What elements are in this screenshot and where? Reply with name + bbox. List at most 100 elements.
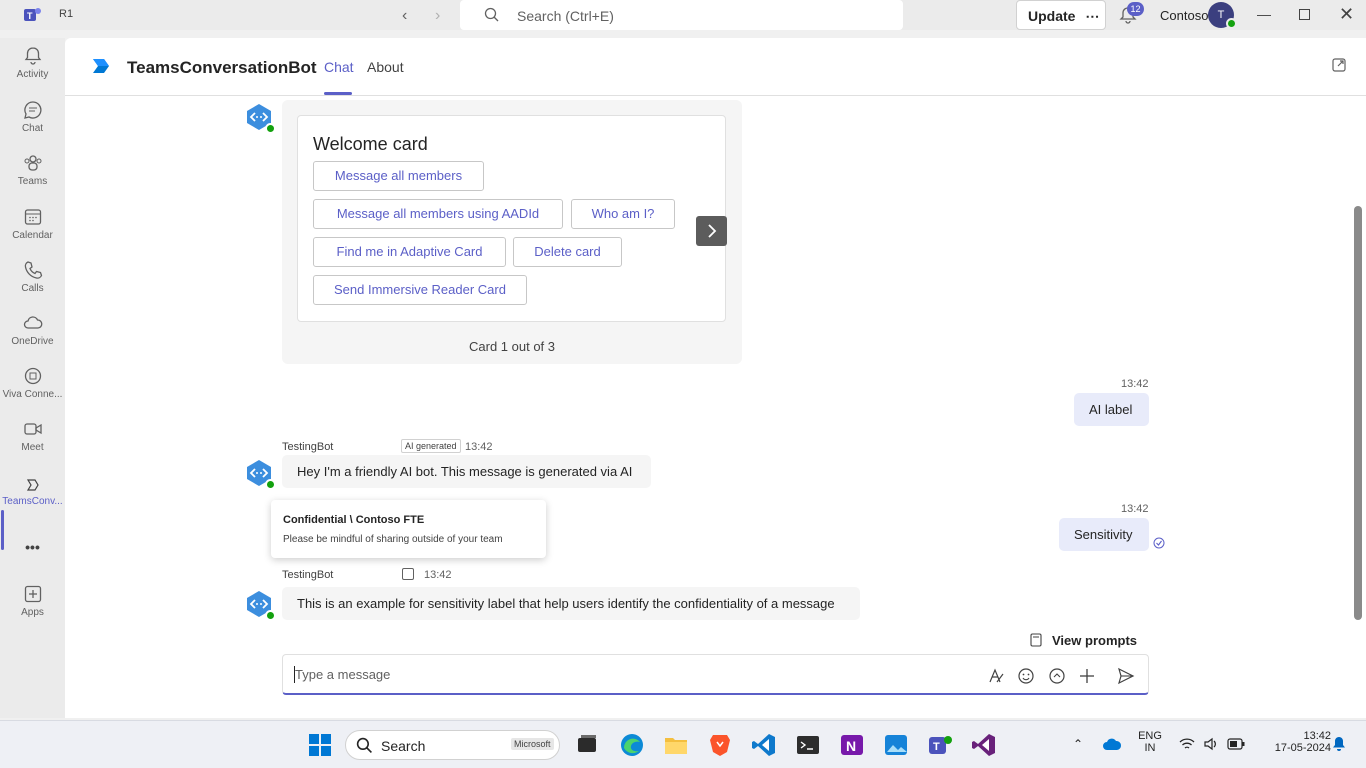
clock-time: 13:42 bbox=[1303, 730, 1331, 742]
org-name[interactable]: Contoso bbox=[1160, 8, 1208, 23]
message-time: 13:42 bbox=[1121, 378, 1149, 390]
maximize-icon[interactable] bbox=[1299, 9, 1310, 20]
add-icon[interactable] bbox=[1078, 667, 1096, 685]
more-apps-icon: ••• bbox=[25, 539, 40, 555]
windows-taskbar: Search Microsoft N T ⌃ ENG IN 13:42 17-0… bbox=[0, 720, 1366, 768]
sensitivity-label-icon[interactable] bbox=[402, 568, 414, 580]
tab-about[interactable]: About bbox=[367, 59, 404, 75]
search-placeholder: Search (Ctrl+E) bbox=[517, 8, 614, 24]
message-compose-box[interactable]: Type a message bbox=[282, 654, 1149, 695]
notification-bell-icon[interactable] bbox=[1331, 736, 1347, 752]
update-button[interactable]: Update ⋯ bbox=[1016, 0, 1106, 30]
volume-icon[interactable] bbox=[1203, 737, 1219, 751]
bot-avatar[interactable] bbox=[244, 102, 276, 134]
cloud-icon bbox=[23, 316, 42, 329]
immersive-reader-button[interactable]: Send Immersive Reader Card bbox=[313, 275, 527, 305]
bot-message[interactable]: Hey I'm a friendly AI bot. This message … bbox=[282, 455, 651, 488]
app-header: TeamsConversationBot Chat About bbox=[65, 38, 1366, 96]
ai-generated-badge[interactable]: AI generated bbox=[401, 439, 461, 453]
main-pane: TeamsConversationBot Chat About Welcome … bbox=[65, 38, 1366, 718]
battery-icon[interactable] bbox=[1227, 738, 1245, 750]
app-icon bbox=[26, 479, 39, 491]
minimize-icon[interactable]: — bbox=[1257, 6, 1271, 22]
bot-logo-icon bbox=[93, 59, 109, 73]
app-rail: Activity Chat Teams Calendar Calls OneDr… bbox=[0, 38, 65, 718]
welcome-card-carousel: Welcome card Message all members Message… bbox=[282, 100, 742, 364]
clock[interactable]: 13:42 17-05-2024 bbox=[1255, 730, 1331, 754]
carousel-next-button[interactable] bbox=[696, 216, 727, 246]
sender-name: TestingBot bbox=[282, 569, 334, 581]
emoji-icon[interactable] bbox=[1017, 667, 1035, 685]
onenote-icon[interactable]: N bbox=[839, 732, 865, 758]
rail-item-meet[interactable]: Meet bbox=[0, 419, 65, 469]
viva-connections-icon bbox=[24, 367, 41, 385]
format-icon[interactable] bbox=[987, 667, 1005, 685]
popout-icon[interactable] bbox=[1332, 58, 1346, 72]
message-time: 13:42 bbox=[1121, 503, 1149, 515]
taskbar-search[interactable]: Search Microsoft bbox=[345, 730, 560, 760]
card-counter: Card 1 out of 3 bbox=[469, 339, 555, 354]
bot-avatar[interactable] bbox=[244, 458, 276, 490]
bot-avatar[interactable] bbox=[244, 589, 276, 621]
language-indicator[interactable]: ENG IN bbox=[1136, 730, 1164, 754]
rail-label: Calls bbox=[21, 283, 44, 294]
file-explorer-icon[interactable] bbox=[663, 732, 689, 758]
rail-item-activity[interactable]: Activity bbox=[0, 46, 65, 96]
tooltip-body: Please be mindful of sharing outside of … bbox=[283, 534, 503, 545]
sent-message[interactable]: AI label bbox=[1074, 393, 1149, 426]
message-all-members-button[interactable]: Message all members bbox=[313, 161, 484, 191]
photos-icon[interactable] bbox=[883, 732, 909, 758]
onedrive-tray-icon[interactable] bbox=[1102, 737, 1122, 751]
tab-chat[interactable]: Chat bbox=[324, 59, 354, 75]
rail-label: Apps bbox=[21, 607, 44, 618]
rail-item-calls[interactable]: Calls bbox=[0, 260, 65, 310]
avatar[interactable]: T bbox=[1208, 2, 1237, 29]
send-icon[interactable] bbox=[1117, 667, 1135, 685]
bell-icon bbox=[24, 47, 41, 65]
update-label: Update bbox=[1028, 8, 1076, 24]
tooltip-title: Confidential \ Contoso FTE bbox=[283, 514, 425, 526]
rail-item-more[interactable]: ••• bbox=[0, 536, 65, 586]
sender-name: TestingBot bbox=[282, 441, 334, 453]
who-am-i-button[interactable]: Who am I? bbox=[571, 199, 675, 229]
rail-item-onedrive[interactable]: OneDrive bbox=[0, 313, 65, 363]
scrollbar[interactable] bbox=[1354, 206, 1362, 620]
presence-icon bbox=[1226, 18, 1237, 29]
svg-text:T: T bbox=[933, 741, 940, 753]
forward-arrow-icon[interactable]: › bbox=[435, 7, 440, 25]
wifi-icon[interactable] bbox=[1179, 737, 1195, 751]
windows-start-icon[interactable] bbox=[307, 732, 333, 758]
visual-studio-icon[interactable] bbox=[971, 732, 997, 758]
rail-item-chat[interactable]: Chat bbox=[0, 100, 65, 150]
rail-item-calendar[interactable]: Calendar bbox=[0, 207, 65, 257]
brave-icon[interactable] bbox=[707, 732, 733, 758]
welcome-card: Welcome card Message all members Message… bbox=[297, 115, 726, 322]
rail-item-viva[interactable]: Viva Conne... bbox=[0, 366, 65, 416]
chat-icon bbox=[23, 101, 41, 119]
rail-item-apps[interactable]: Apps bbox=[0, 584, 65, 634]
rail-item-teams[interactable]: Teams bbox=[0, 153, 65, 203]
task-view-icon[interactable] bbox=[574, 732, 600, 758]
close-icon[interactable]: ✕ bbox=[1339, 4, 1354, 25]
find-me-button[interactable]: Find me in Adaptive Card bbox=[313, 237, 506, 267]
delete-card-button[interactable]: Delete card bbox=[513, 237, 622, 267]
rail-label: Chat bbox=[21, 123, 44, 134]
language-code: ENG bbox=[1138, 730, 1162, 742]
sent-message[interactable]: Sensitivity bbox=[1059, 518, 1149, 551]
teams-taskbar-icon[interactable]: T bbox=[927, 732, 953, 758]
message-all-members-aadid-button[interactable]: Message all members using AADId bbox=[313, 199, 563, 229]
chevron-up-icon[interactable]: ⌃ bbox=[1073, 737, 1083, 751]
rail-label: OneDrive bbox=[11, 336, 54, 347]
back-arrow-icon[interactable]: ‹ bbox=[402, 7, 407, 25]
vscode-icon[interactable] bbox=[751, 732, 777, 758]
edge-icon[interactable] bbox=[619, 732, 645, 758]
search-input[interactable]: Search (Ctrl+E) bbox=[460, 0, 903, 30]
chevron-right-icon bbox=[708, 224, 717, 238]
rail-item-teamsconversationbot[interactable]: TeamsConv... bbox=[0, 477, 65, 527]
terminal-icon[interactable] bbox=[795, 732, 821, 758]
bot-message[interactable]: This is an example for sensitivity label… bbox=[282, 587, 860, 620]
clock-date: 17-05-2024 bbox=[1274, 742, 1331, 754]
loop-icon[interactable] bbox=[1048, 667, 1066, 685]
sensitivity-tooltip: Confidential \ Contoso FTE Please be min… bbox=[271, 500, 546, 558]
view-prompts-button[interactable]: View prompts bbox=[1029, 633, 1137, 650]
